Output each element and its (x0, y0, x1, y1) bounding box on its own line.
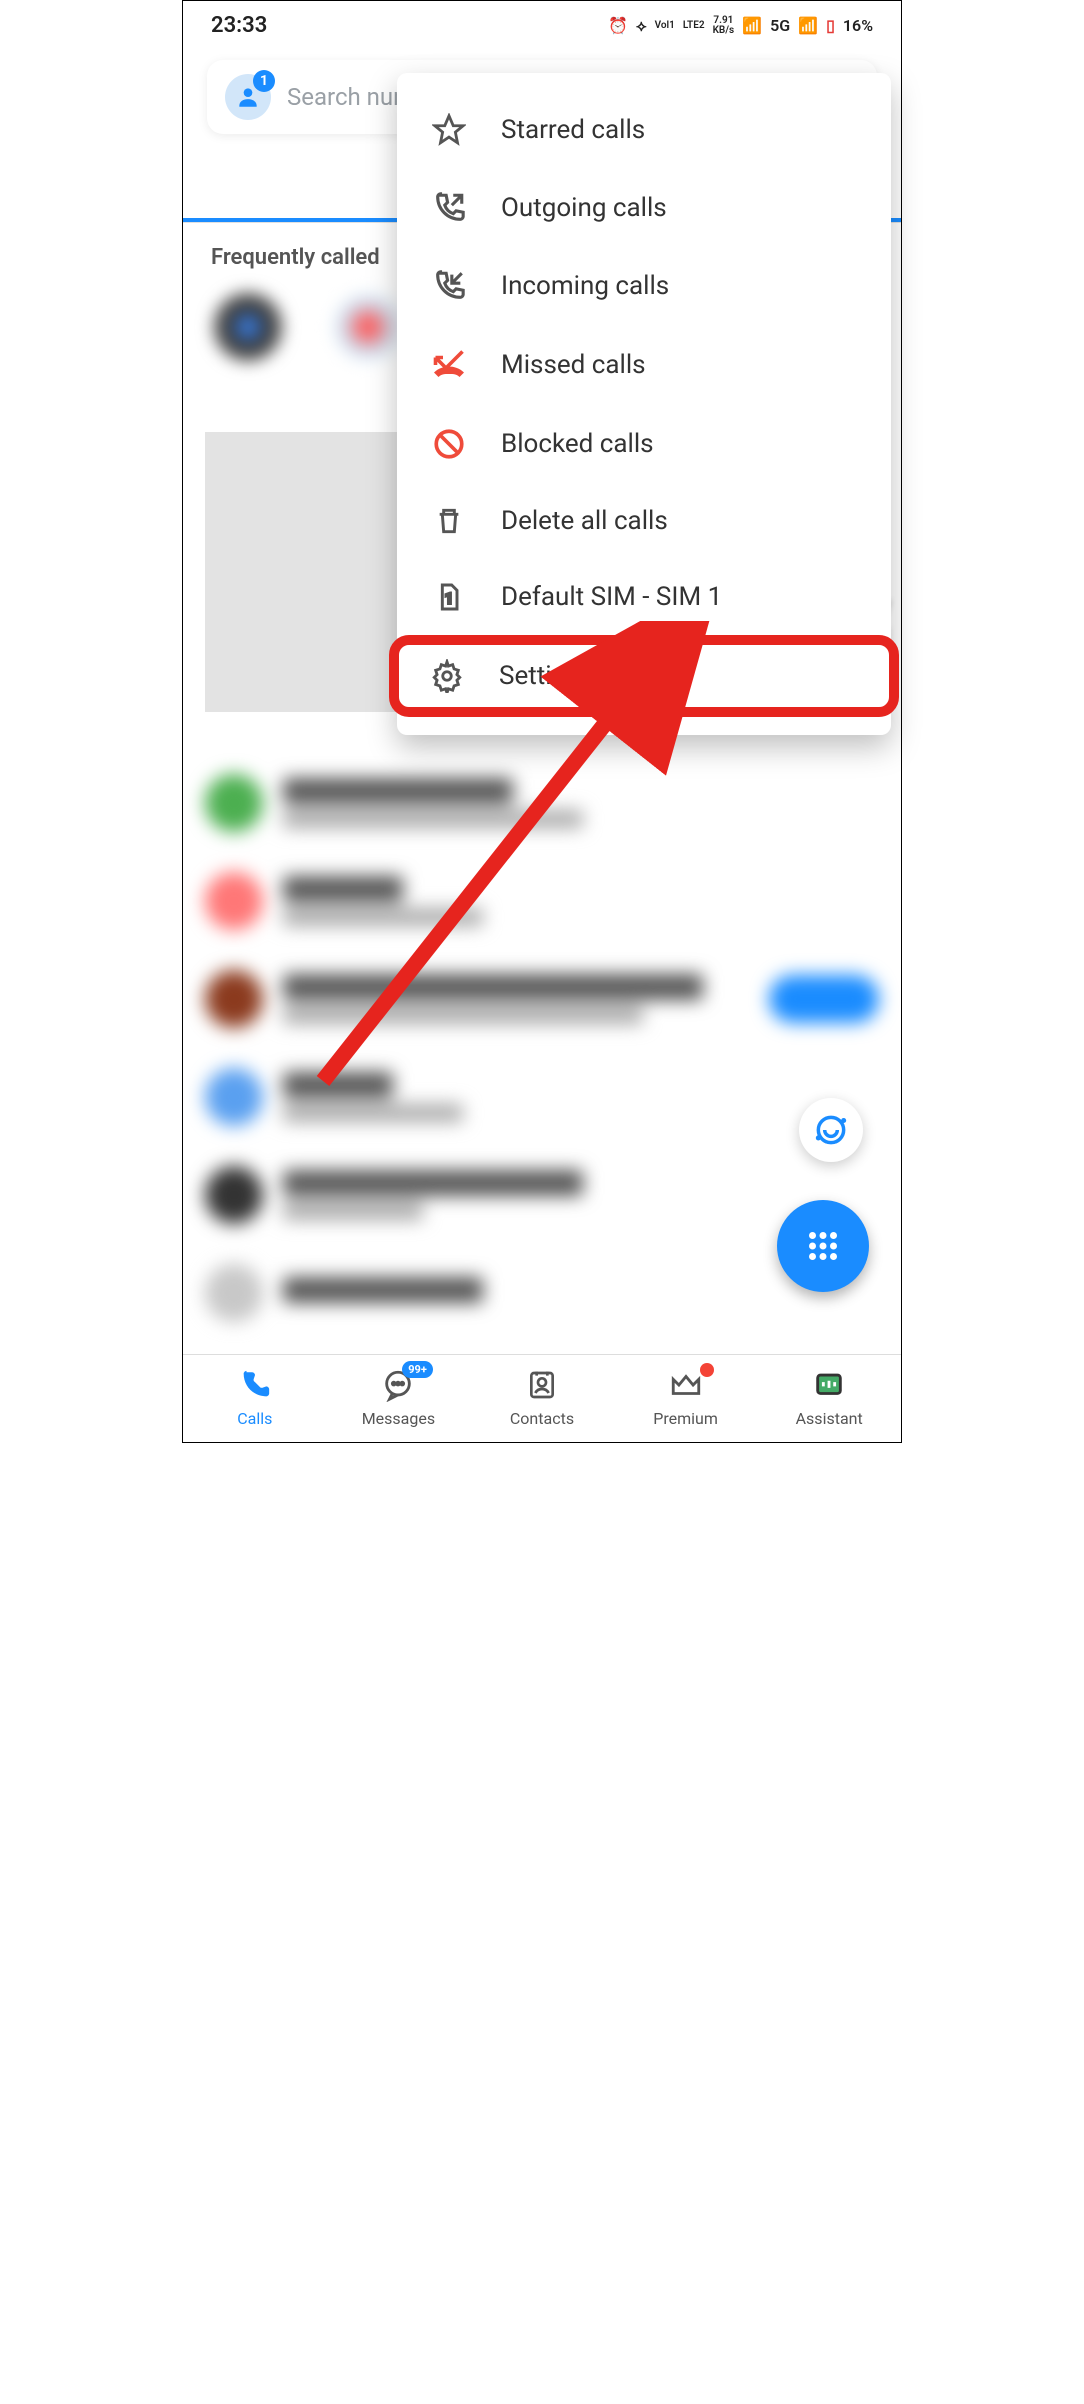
trash-icon (429, 505, 469, 537)
signal2-icon: 📶 (798, 16, 818, 35)
menu-item-label: Incoming calls (501, 271, 669, 301)
messages-badge: 99+ (402, 1361, 433, 1378)
dialpad-fab[interactable] (777, 1200, 869, 1292)
menu-item-label: Blocked calls (501, 429, 654, 459)
menu-item-label: Default SIM - SIM 1 (501, 582, 722, 612)
premium-dot (700, 1363, 714, 1377)
nav-contacts-label: Contacts (510, 1409, 574, 1428)
gear-icon (427, 659, 467, 693)
status-net: 5G (770, 16, 790, 35)
phone-incoming-icon (429, 269, 469, 303)
list-item[interactable] (205, 754, 879, 852)
overflow-menu: Starred calls Outgoing calls Incoming ca… (397, 73, 891, 735)
status-bar: 23:33 ⏰ ⟡ Vol1 LTE2 7.91 KB/s 📶 5G 📶 ▯ 1… (183, 1, 901, 50)
list-item[interactable] (205, 1048, 879, 1146)
menu-starred-calls[interactable]: Starred calls (397, 91, 891, 169)
svg-text:1: 1 (445, 590, 453, 608)
nav-contacts[interactable]: Contacts (470, 1365, 614, 1428)
menu-item-label: Missed calls (501, 350, 646, 380)
nav-calls-label: Calls (237, 1409, 272, 1428)
alarm-icon: ⏰ (608, 16, 628, 35)
menu-item-label: Delete all calls (501, 506, 668, 536)
bluetooth-icon: ⟡ (636, 16, 647, 36)
nav-premium-label: Premium (653, 1409, 718, 1428)
menu-delete-all[interactable]: Delete all calls (397, 483, 891, 559)
menu-outgoing-calls[interactable]: Outgoing calls (397, 169, 891, 247)
status-time: 23:33 (211, 13, 267, 38)
avatar-badge: 1 (253, 70, 275, 92)
menu-default-sim[interactable]: 1 Default SIM - SIM 1 (397, 559, 891, 635)
menu-incoming-calls[interactable]: Incoming calls (397, 247, 891, 325)
freq-contact[interactable] (213, 292, 303, 412)
nav-calls[interactable]: Calls (183, 1365, 327, 1428)
status-speed-unit: KB/s (713, 26, 735, 36)
nav-assistant[interactable]: Assistant (757, 1365, 901, 1428)
truecaller-fab[interactable] (799, 1098, 863, 1162)
nav-assistant-label: Assistant (796, 1409, 863, 1428)
menu-item-label: Settings (499, 661, 594, 691)
blocked-icon (429, 427, 469, 461)
star-icon (429, 113, 469, 147)
status-speed: 7.91 (713, 16, 733, 26)
nav-messages[interactable]: 99+ Messages (327, 1365, 471, 1428)
list-item[interactable] (205, 852, 879, 950)
status-vol: Vol1 (655, 21, 675, 31)
signal-icon: 📶 (742, 16, 762, 35)
menu-item-label: Starred calls (501, 115, 645, 145)
phone-missed-icon (429, 347, 469, 383)
status-lte: LTE2 (683, 21, 705, 31)
nav-messages-label: Messages (362, 1409, 435, 1428)
sim-icon: 1 (429, 581, 469, 613)
menu-settings[interactable]: Settings (389, 635, 899, 717)
avatar-icon[interactable]: 1 (225, 74, 271, 120)
nav-premium[interactable]: Premium (614, 1365, 758, 1428)
menu-item-label: Outgoing calls (501, 193, 667, 223)
list-item[interactable] (205, 950, 879, 1048)
status-battery: 16% (843, 16, 873, 35)
menu-missed-calls[interactable]: Missed calls (397, 325, 891, 405)
list-item[interactable] (205, 1146, 879, 1244)
battery-icon: ▯ (826, 16, 835, 35)
bottom-nav: Calls 99+ Messages Contacts Premium Assi… (183, 1354, 901, 1442)
phone-outgoing-icon (429, 191, 469, 225)
status-right: ⏰ ⟡ Vol1 LTE2 7.91 KB/s 📶 5G 📶 ▯ 16% (608, 16, 873, 36)
menu-blocked-calls[interactable]: Blocked calls (397, 405, 891, 483)
